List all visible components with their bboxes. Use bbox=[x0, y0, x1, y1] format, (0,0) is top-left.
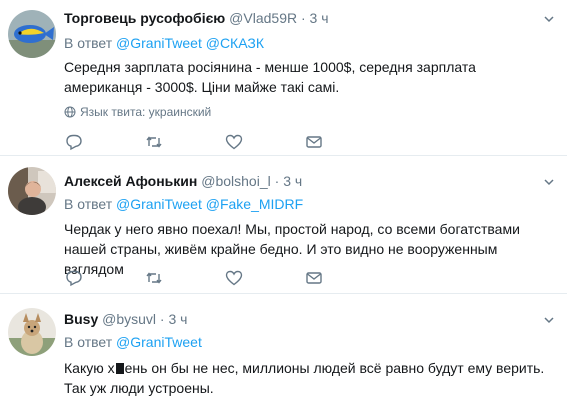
tweet-language: Язык твита: украинский bbox=[64, 104, 211, 120]
direct-message-icon[interactable] bbox=[304, 268, 324, 288]
like-icon[interactable] bbox=[224, 132, 244, 152]
retweet-icon[interactable] bbox=[144, 268, 164, 288]
chevron-down-icon[interactable] bbox=[543, 314, 555, 326]
author-name[interactable]: Busy bbox=[64, 311, 98, 327]
avatar-image bbox=[8, 167, 56, 215]
mention-link[interactable]: @СКАЗК bbox=[206, 35, 264, 51]
separator-dot: · bbox=[159, 311, 165, 327]
globe-icon bbox=[64, 106, 76, 118]
avatar[interactable] bbox=[8, 308, 56, 356]
reply-prefix: В ответ bbox=[64, 334, 113, 350]
redaction-mark bbox=[115, 363, 124, 374]
reply-icon[interactable] bbox=[64, 132, 84, 152]
timestamp[interactable]: 3 ч bbox=[283, 173, 302, 189]
mention-link[interactable]: @GraniTweet bbox=[116, 35, 202, 51]
author-handle[interactable]: @bysuvl bbox=[102, 311, 156, 327]
language-label: Язык твита: украинский bbox=[80, 105, 212, 119]
tweet-actions bbox=[64, 132, 464, 152]
tweet-header: Busy @bysuvl · 3 ч bbox=[64, 310, 187, 328]
reply-prefix: В ответ bbox=[64, 35, 113, 51]
tweet[interactable]: Торговець русофобією @Vlad59R · 3 ч В от… bbox=[0, 0, 567, 156]
reply-prefix: В ответ bbox=[64, 196, 113, 212]
timestamp[interactable]: 3 ч bbox=[310, 10, 329, 26]
avatar[interactable] bbox=[8, 167, 56, 215]
avatar[interactable] bbox=[8, 10, 56, 58]
timestamp[interactable]: 3 ч bbox=[168, 311, 187, 327]
tweet-text-part: Какую х bbox=[64, 360, 115, 376]
reply-context: В ответ @GraniTweet @Fake_MIDRF bbox=[64, 195, 303, 213]
retweet-icon[interactable] bbox=[144, 132, 164, 152]
author-name[interactable]: Алексей Афонькин bbox=[64, 173, 197, 189]
author-name[interactable]: Торговець русофобією bbox=[64, 10, 225, 26]
tweet-text: Какую х ень он бы не нес, миллионы людей … bbox=[64, 358, 555, 398]
like-icon[interactable] bbox=[224, 268, 244, 288]
chevron-down-icon[interactable] bbox=[543, 176, 555, 188]
avatar-image bbox=[8, 308, 56, 356]
tweet-actions bbox=[64, 268, 464, 288]
reply-context: В ответ @GraniTweet bbox=[64, 333, 202, 351]
mention-link[interactable]: @GraniTweet bbox=[116, 196, 202, 212]
separator-dot: · bbox=[300, 10, 306, 26]
mention-link[interactable]: @GraniTweet bbox=[116, 334, 202, 350]
chevron-down-icon[interactable] bbox=[543, 13, 555, 25]
tweet-text: Середня зарплата росіянина - менше 1000$… bbox=[64, 59, 476, 95]
avatar-image bbox=[8, 10, 56, 58]
reply-context: В ответ @GraniTweet @СКАЗК bbox=[64, 34, 264, 52]
tweet-text-part: ень он бы не нес, миллионы людей всё рав… bbox=[64, 360, 545, 396]
tweet-header: Алексей Афонькин @bolshoi_l · 3 ч bbox=[64, 172, 302, 190]
direct-message-icon[interactable] bbox=[304, 132, 324, 152]
author-handle[interactable]: @Vlad59R bbox=[229, 10, 297, 26]
tweet[interactable]: Алексей Афонькин @bolshoi_l · 3 ч В отве… bbox=[0, 156, 567, 294]
tweet-header: Торговець русофобією @Vlad59R · 3 ч bbox=[64, 9, 329, 27]
separator-dot: · bbox=[274, 173, 280, 189]
author-handle[interactable]: @bolshoi_l bbox=[201, 173, 270, 189]
tweet[interactable]: Busy @bysuvl · 3 ч В ответ @GraniTweet К… bbox=[0, 294, 567, 401]
reply-icon[interactable] bbox=[64, 268, 84, 288]
mention-link[interactable]: @Fake_MIDRF bbox=[206, 196, 303, 212]
